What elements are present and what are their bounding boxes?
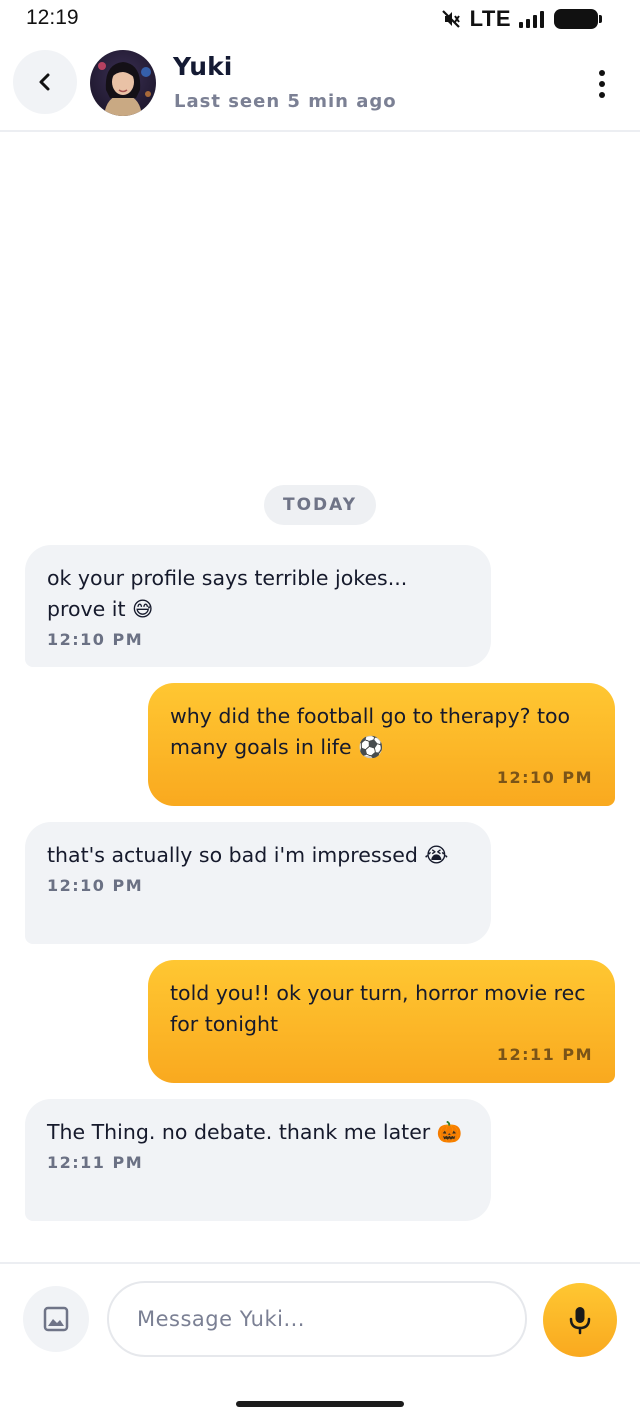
network-type-label: LTE — [469, 6, 511, 31]
message-text: The Thing. no debate. thank me later 🎃 — [47, 1120, 463, 1144]
message-bubble-outgoing[interactable]: told you!! ok your turn, horror movie re… — [148, 960, 615, 1083]
attach-image-button[interactable] — [23, 1286, 89, 1352]
back-arrow-icon — [39, 73, 50, 91]
signal-icon — [519, 10, 544, 28]
message-bubble-incoming[interactable]: that's actually so bad i'm impressed 😭 1… — [25, 822, 491, 944]
message-bubble-incoming[interactable]: The Thing. no debate. thank me later 🎃 1… — [25, 1099, 491, 1221]
message-text: told you!! ok your turn, horror movie re… — [170, 981, 586, 1036]
status-time: 12:19 — [26, 6, 79, 29]
message-time: 12:10 PM — [47, 876, 144, 895]
message-time: 12:11 PM — [496, 1045, 593, 1064]
battery-icon — [554, 9, 602, 29]
message-text: ok your profile says terrible jokes... p… — [47, 566, 408, 621]
message-composer — [0, 1262, 640, 1382]
message-bubble-outgoing[interactable]: why did the football go to therapy? too … — [148, 683, 615, 806]
back-button[interactable] — [13, 50, 77, 114]
image-icon — [43, 1306, 69, 1332]
contact-name[interactable]: Yuki — [173, 52, 232, 81]
message-time: 12:10 PM — [47, 630, 144, 649]
voice-record-button[interactable] — [543, 1283, 617, 1357]
microphone-icon — [569, 1307, 591, 1335]
contact-last-seen: Last seen 5 min ago — [174, 91, 397, 112]
message-text: that's actually so bad i'm impressed 😭 — [47, 843, 449, 867]
message-bubble-incoming[interactable]: ok your profile says terrible jokes... p… — [25, 545, 491, 667]
date-separator: TODAY — [264, 485, 376, 525]
message-time: 12:11 PM — [47, 1153, 144, 1172]
status-bar: 12:19 LTE — [0, 0, 640, 40]
chat-header: Yuki Last seen 5 min ago — [0, 40, 640, 132]
more-options-button[interactable] — [590, 64, 614, 104]
more-vertical-icon — [599, 70, 605, 76]
mute-icon — [440, 8, 462, 30]
status-icons: LTE — [440, 6, 602, 32]
message-text: why did the football go to therapy? too … — [170, 704, 571, 759]
message-input[interactable] — [107, 1281, 527, 1357]
home-indicator[interactable] — [236, 1401, 404, 1407]
avatar[interactable] — [90, 50, 156, 116]
message-time: 12:10 PM — [496, 768, 593, 787]
